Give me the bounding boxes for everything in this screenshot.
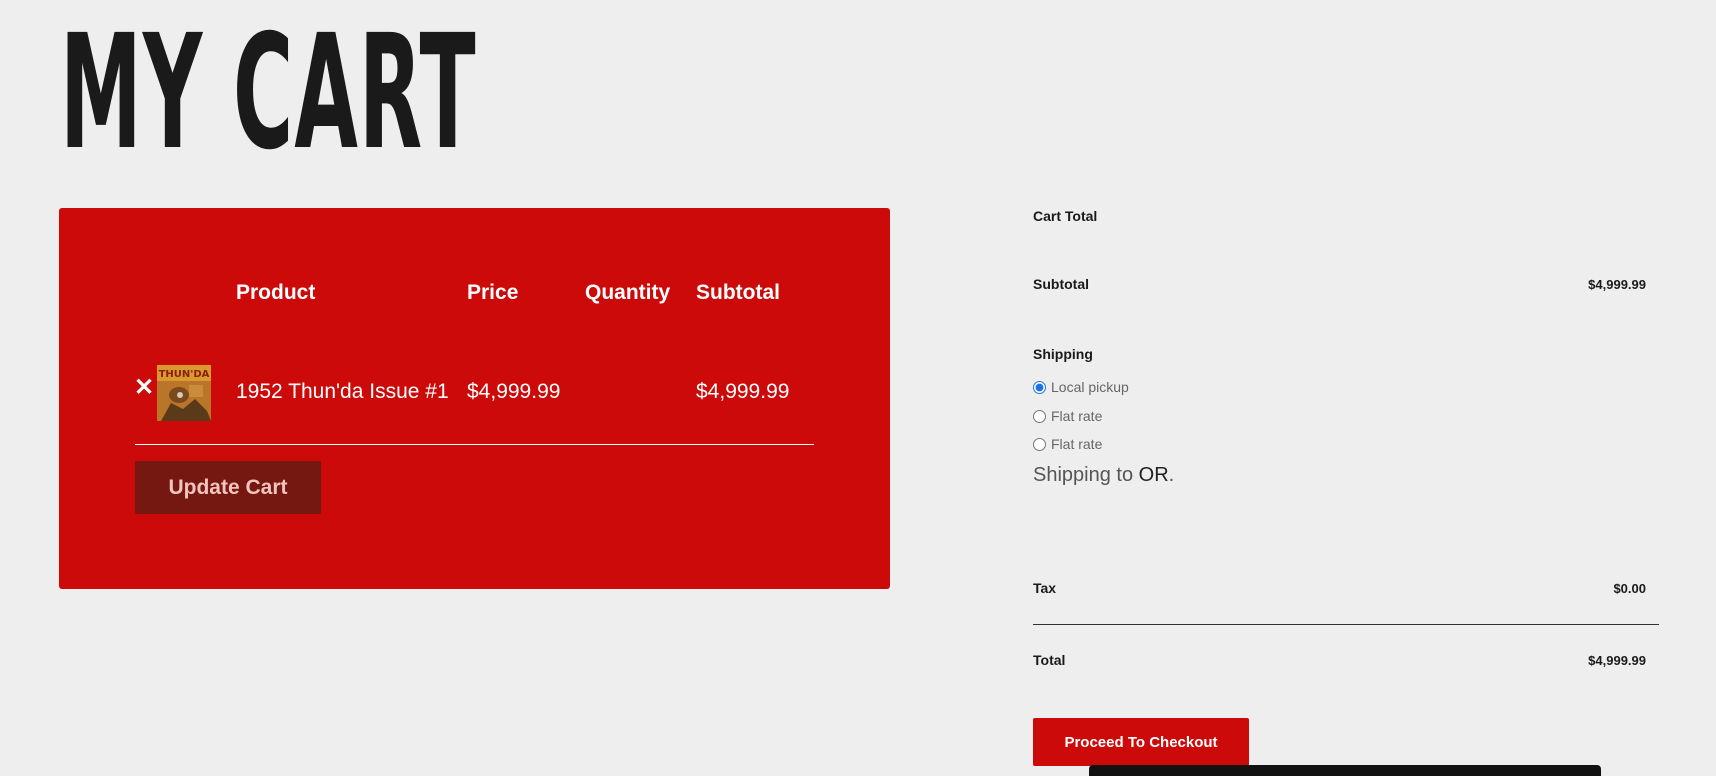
column-header-product: Product (236, 281, 316, 304)
bottom-overlay-bar (1089, 765, 1601, 776)
product-thumbnail[interactable]: THUN'DA (157, 365, 211, 421)
shipping-option-flat-rate-2[interactable]: Flat rate (1031, 436, 1102, 452)
row-divider (135, 444, 814, 445)
page-title: MY CART (60, 1, 477, 185)
cart-item-name[interactable]: 1952 Thun'da Issue #1 (236, 380, 449, 404)
shipping-option-local-pickup[interactable]: Local pickup (1031, 379, 1129, 395)
cart-total-heading: Cart Total (1033, 208, 1098, 224)
thumb-logo-text: THUN'DA (159, 369, 210, 380)
shipping-destination: Shipping to OR. (1033, 464, 1174, 487)
total-label: Total (1033, 652, 1066, 668)
proceed-to-checkout-button[interactable]: Proceed To Checkout (1033, 718, 1249, 766)
column-header-price: Price (467, 281, 519, 304)
tax-label: Tax (1033, 580, 1057, 596)
cart-item-price: $4,999.99 (467, 380, 561, 403)
shipping-radio-flat-rate-2[interactable] (1033, 437, 1046, 451)
shipping-to-state: OR (1138, 464, 1169, 486)
close-icon[interactable]: ✕ (134, 376, 154, 400)
tax-value: $0.00 (1613, 581, 1646, 596)
shipping-radio-local-pickup[interactable] (1033, 380, 1046, 394)
shipping-option-flat-rate-1[interactable]: Flat rate (1031, 408, 1102, 424)
column-header-quantity: Quantity (585, 281, 671, 304)
update-cart-button[interactable]: Update Cart (135, 461, 321, 514)
shipping-radio-flat-rate-1[interactable] (1033, 409, 1046, 423)
shipping-to-prefix: Shipping to (1033, 464, 1139, 486)
cart-item-subtotal: $4,999.99 (696, 380, 790, 403)
total-value: $4,999.99 (1588, 653, 1646, 668)
shipping-to-suffix: . (1168, 464, 1175, 486)
shipping-option-label: Flat rate (1051, 408, 1103, 424)
shipping-option-label: Local pickup (1051, 379, 1129, 395)
totals-divider (1033, 624, 1659, 625)
shipping-label: Shipping (1033, 346, 1093, 362)
subtotal-value: $4,999.99 (1588, 277, 1646, 292)
subtotal-label: Subtotal (1033, 276, 1089, 292)
shipping-option-label: Flat rate (1051, 436, 1103, 452)
column-header-subtotal: Subtotal (696, 281, 780, 304)
cart-table-panel: Product Price Quantity Subtotal ✕ THUN'D… (59, 208, 890, 589)
